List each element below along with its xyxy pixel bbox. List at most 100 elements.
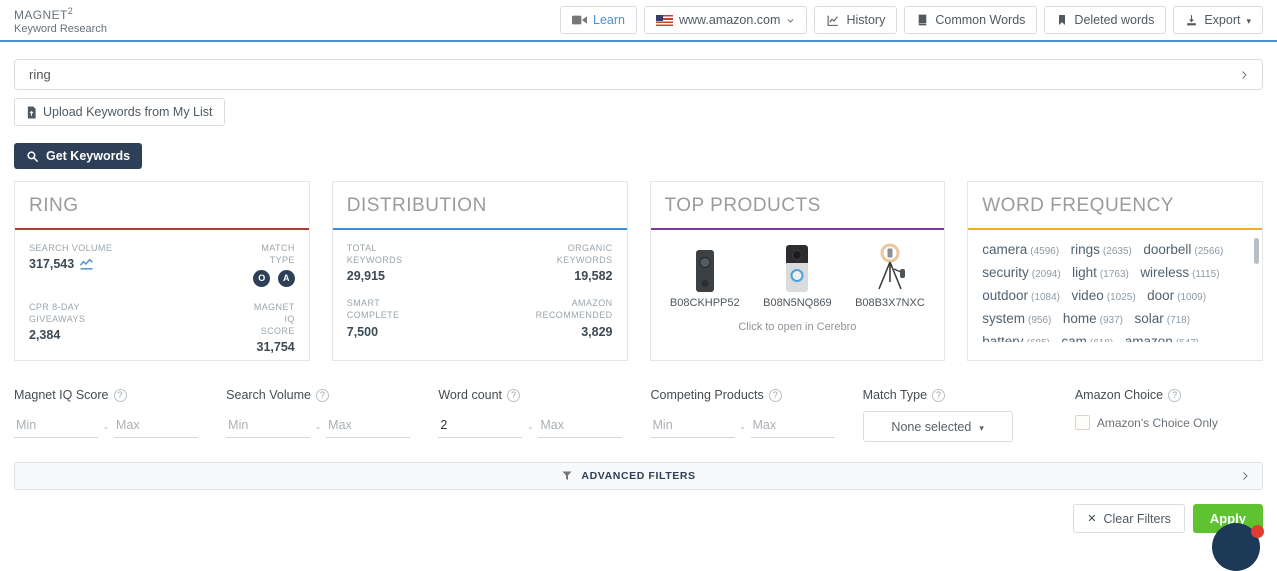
search-volume-stat: SEARCH VOLUME 317,543 — [29, 242, 162, 287]
smart-complete-label: SMART COMPLETE — [347, 297, 431, 321]
main-content: Upload Keywords from My List Get Keyword… — [0, 59, 1277, 533]
upload-keywords-button-label: Upload Keywords from My List — [43, 105, 213, 119]
amazon-recommended-stat: AMAZON RECOMMENDED 3,829 — [480, 297, 613, 338]
range-separator: - — [528, 420, 532, 434]
app-title-text: MAGNET — [14, 8, 68, 22]
expand-search-chevron-icon[interactable] — [1238, 69, 1250, 81]
product-image-doorbell-silver — [751, 242, 844, 292]
search-volume-min-input[interactable] — [226, 415, 310, 438]
magnet-iq-score-filter: Magnet IQ Score - — [14, 388, 202, 442]
product-item[interactable]: B08B3X7NXC — [844, 242, 937, 309]
trend-chart-icon[interactable] — [79, 258, 94, 270]
history-button[interactable]: History — [814, 6, 897, 34]
notification-dot-icon — [1251, 525, 1264, 538]
caret-down-icon — [1246, 13, 1251, 27]
common-words-button[interactable]: Common Words — [904, 6, 1037, 34]
keyword-search-input[interactable] — [27, 66, 1238, 83]
word-frequency-item[interactable]: solar718 — [1134, 310, 1190, 327]
chat-widget[interactable] — [1212, 523, 1260, 571]
total-keywords-stat: TOTAL KEYWORDS 29,915 — [347, 242, 480, 283]
range-separator: - — [104, 420, 108, 434]
cpr-giveaways-label: CPR 8-DAY GIVEAWAYS — [29, 301, 113, 325]
word-frequency-panel: WORD FREQUENCY camera4596 rings2635 door… — [967, 181, 1263, 361]
history-button-label: History — [846, 13, 885, 27]
word-frequency-item[interactable]: camera4596 — [982, 241, 1059, 258]
word-frequency-item[interactable]: wireless1115 — [1140, 264, 1219, 281]
app-title: MAGNET2 — [14, 6, 107, 22]
app-title-superscript: 2 — [68, 6, 73, 16]
magnet-iq-min-input[interactable] — [14, 415, 98, 438]
learn-button[interactable]: Learn — [560, 6, 637, 34]
word-frequency-item[interactable]: battery685 — [982, 333, 1050, 342]
match-type-dropdown[interactable]: None selected — [863, 411, 1013, 442]
deleted-words-button[interactable]: Deleted words — [1044, 6, 1166, 34]
help-icon[interactable] — [507, 389, 520, 402]
competing-products-filter: Competing Products - — [651, 388, 839, 442]
organic-keywords-label: ORGANIC KEYWORDS — [529, 242, 613, 266]
us-flag-icon — [656, 15, 673, 26]
word-frequency-item[interactable]: home937 — [1063, 310, 1123, 327]
magnet-keyword-research-page: { "colors": { "header_blue": "#4a90d2", … — [0, 0, 1277, 531]
search-volume-max-input[interactable] — [326, 415, 410, 438]
book-icon — [916, 13, 929, 27]
panel-title-top-products: TOP PRODUCTS — [651, 182, 945, 230]
amazon-choice-checkbox[interactable] — [1075, 415, 1090, 430]
search-volume-value: 317,543 — [29, 257, 74, 271]
word-count-filter: Word count - — [438, 388, 626, 442]
ring-stats: SEARCH VOLUME 317,543 MATCH TYPE O A CPR… — [15, 230, 309, 361]
caret-down-icon — [979, 420, 984, 434]
word-frequency-item[interactable]: light1763 — [1072, 264, 1129, 281]
filter-actions: ✕ Clear Filters Apply — [14, 504, 1263, 533]
help-icon[interactable] — [932, 389, 945, 402]
top-products-panel: TOP PRODUCTS B08CKHPP52 B08N5NQ869 B08B3… — [650, 181, 946, 361]
advanced-filters-label: ADVANCED FILTERS — [581, 470, 695, 482]
history-chart-icon — [826, 14, 840, 27]
range-separator: - — [316, 420, 320, 434]
get-keywords-button-label: Get Keywords — [46, 149, 130, 163]
word-frequency-item[interactable]: cam618 — [1061, 333, 1113, 342]
match-type-stat: MATCH TYPE O A — [162, 242, 295, 287]
organic-match-badge[interactable]: O — [253, 270, 270, 287]
word-frequency-item[interactable]: outdoor1084 — [982, 287, 1060, 304]
clear-filters-button[interactable]: ✕ Clear Filters — [1073, 504, 1185, 533]
product-asin: B08B3X7NXC — [844, 297, 937, 309]
magnet-iq-max-input[interactable] — [114, 415, 198, 438]
amazon-recommended-value: 3,829 — [581, 325, 612, 339]
word-frequency-item[interactable]: system956 — [982, 310, 1051, 327]
help-icon[interactable] — [114, 389, 127, 402]
competing-products-max-input[interactable] — [751, 415, 835, 438]
word-frequency-item[interactable]: rings2635 — [1071, 241, 1132, 258]
upload-keywords-button[interactable]: Upload Keywords from My List — [14, 98, 225, 126]
word-frequency-item[interactable]: security2094 — [982, 264, 1060, 281]
word-count-max-input[interactable] — [538, 415, 622, 438]
word-count-min-input[interactable] — [438, 415, 522, 438]
help-icon[interactable] — [769, 389, 782, 402]
product-item[interactable]: B08CKHPP52 — [659, 242, 752, 309]
clear-filters-button-label: Clear Filters — [1104, 512, 1171, 526]
advanced-filters-toggle[interactable]: ADVANCED FILTERS — [14, 462, 1263, 490]
app-logo: MAGNET2 Keyword Research — [14, 6, 107, 35]
amazon-match-badge[interactable]: A — [278, 270, 295, 287]
magnet-iq-score-filter-label: Magnet IQ Score — [14, 388, 109, 402]
amazon-choice-checkbox-row[interactable]: Amazon's Choice Only — [1075, 415, 1263, 430]
help-icon[interactable] — [1168, 389, 1181, 402]
total-keywords-label: TOTAL KEYWORDS — [347, 242, 431, 266]
export-button[interactable]: Export — [1173, 6, 1263, 34]
word-frequency-item[interactable]: video1025 — [1071, 287, 1135, 304]
word-frequency-item[interactable]: amazon547 — [1125, 333, 1199, 342]
marketplace-selector[interactable]: www.amazon.com — [644, 6, 807, 34]
scrollbar-thumb[interactable] — [1254, 238, 1259, 264]
competing-products-min-input[interactable] — [651, 415, 735, 438]
file-upload-icon — [26, 106, 37, 119]
amazon-choice-filter: Amazon Choice Amazon's Choice Only — [1075, 388, 1263, 442]
panel-title-distribution: DISTRIBUTION — [333, 182, 627, 230]
word-frequency-item[interactable]: doorbell2566 — [1143, 241, 1223, 258]
ring-summary-panel: RING SEARCH VOLUME 317,543 MATCH TYPE O … — [14, 181, 310, 361]
help-icon[interactable] — [316, 389, 329, 402]
magnet-iq-score-label: MAGNET IQ SCORE — [251, 301, 295, 337]
get-keywords-button[interactable]: Get Keywords — [14, 143, 142, 169]
x-icon: ✕ — [1087, 512, 1096, 525]
product-item[interactable]: B08N5NQ869 — [751, 242, 844, 309]
cpr-giveaways-value: 2,384 — [29, 328, 60, 342]
word-frequency-item[interactable]: door1009 — [1147, 287, 1206, 304]
